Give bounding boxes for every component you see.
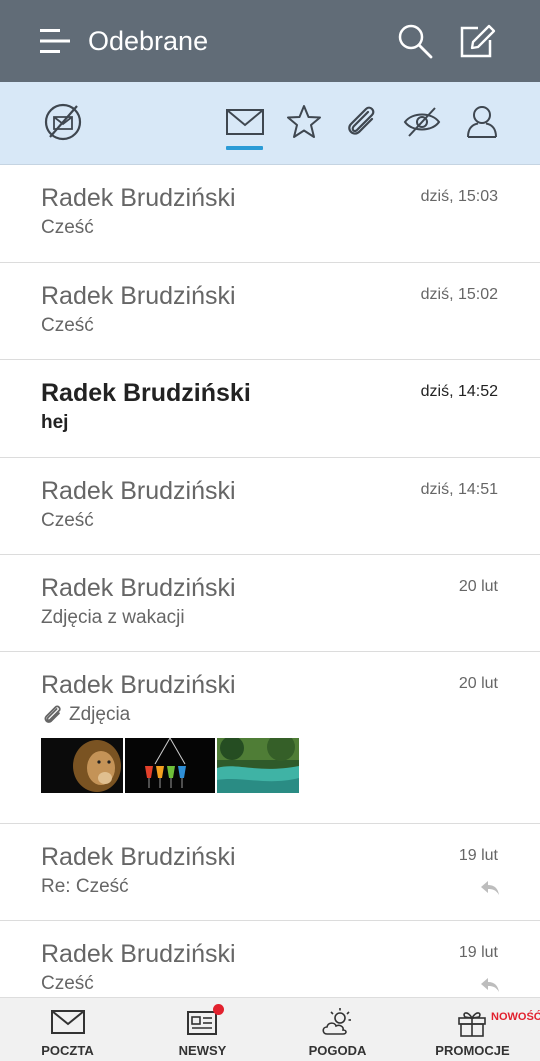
bottom-nav: POCZTA NEWSY POGODA NOWOŚĆ PROMOCJE: [0, 997, 540, 1061]
hamburger-icon[interactable]: [38, 24, 74, 58]
message-row[interactable]: Radek Brudziński Cześć dziś, 15:03: [0, 165, 540, 263]
message-sender: Radek Brudziński: [41, 282, 236, 310]
message-date: dziś, 15:03: [420, 188, 498, 205]
lion-photo[interactable]: [41, 738, 123, 793]
message-date: dziś, 14:52: [420, 383, 498, 400]
eye-off-icon[interactable]: [400, 100, 444, 144]
message-row[interactable]: Radek Brudziński Zdjęcia z wakacji 20 lu…: [0, 555, 540, 652]
page-title: Odebrane: [88, 26, 209, 56]
message-subject: Cześć: [41, 510, 94, 531]
compose-icon[interactable]: [458, 22, 496, 60]
message-subject: Re: Cześć: [41, 876, 129, 897]
tab-newsy[interactable]: NEWSY: [135, 998, 270, 1061]
message-date: 20 lut: [458, 675, 498, 692]
replied-icon: [480, 880, 500, 896]
message-sender: Radek Brudziński: [41, 379, 251, 407]
paperclip-icon: [41, 703, 65, 727]
message-date: 19 lut: [458, 944, 498, 961]
message-row[interactable]: Radek Brudziński Cześć dziś, 14:51: [0, 458, 540, 555]
message-row[interactable]: Radek Brudziński hej dziś, 14:52: [0, 360, 540, 458]
tab-label: NEWSY: [178, 1043, 227, 1058]
paperclip-icon[interactable]: [340, 100, 384, 144]
tab-label: POGODA: [308, 1043, 367, 1058]
message-subject: Cześć: [41, 217, 94, 238]
weather-icon: [320, 1007, 356, 1037]
message-sender: Radek Brudziński: [41, 843, 236, 871]
message-subject: hej: [41, 412, 69, 433]
message-date: 20 lut: [458, 578, 498, 595]
message-subject: Cześć: [41, 973, 94, 994]
mail-icon: [50, 1007, 86, 1037]
river-photo[interactable]: [217, 738, 299, 793]
message-date: dziś, 14:51: [420, 481, 498, 498]
envelope-icon[interactable]: [223, 100, 267, 144]
message-subject: Zdjęcia z wakacji: [41, 607, 185, 628]
notification-dot: [213, 1004, 224, 1015]
replied-icon: [480, 977, 500, 993]
tab-promocje[interactable]: NOWOŚĆ PROMOCJE: [405, 998, 540, 1061]
gift-icon: [455, 1007, 491, 1037]
attachment-thumbnails: [41, 738, 299, 793]
tab-label: PROMOCJE: [435, 1043, 510, 1058]
tab-pogoda[interactable]: POGODA: [270, 998, 405, 1061]
tab-label: POCZTA: [41, 1043, 94, 1058]
message-subject: Zdjęcia: [41, 703, 130, 727]
message-date: dziś, 15:02: [420, 286, 498, 303]
message-row[interactable]: Radek Brudziński Re: Cześć 19 lut: [0, 824, 540, 921]
star-icon[interactable]: [282, 100, 326, 144]
filter-bar: [0, 82, 540, 165]
cocktails-photo[interactable]: [125, 738, 215, 793]
active-filter-indicator: [226, 146, 263, 150]
message-subject: Cześć: [41, 315, 94, 336]
message-row[interactable]: Radek Brudziński Cześć dziś, 15:02: [0, 263, 540, 360]
message-date: 19 lut: [458, 847, 498, 864]
message-sender: Radek Brudziński: [41, 671, 236, 699]
app-bar: Odebrane: [0, 0, 540, 82]
new-badge: NOWOŚĆ: [491, 1011, 540, 1023]
message-sender: Radek Brudziński: [41, 940, 236, 968]
unread-off-icon[interactable]: [41, 100, 85, 144]
message-sender: Radek Brudziński: [41, 477, 236, 505]
tab-poczta[interactable]: POCZTA: [0, 998, 135, 1061]
message-sender: Radek Brudziński: [41, 184, 236, 212]
message-row[interactable]: Radek Brudziński Zdjęcia 20 lut: [0, 652, 540, 824]
search-icon[interactable]: [396, 22, 434, 60]
person-icon[interactable]: [460, 100, 504, 144]
message-sender: Radek Brudziński: [41, 574, 236, 602]
